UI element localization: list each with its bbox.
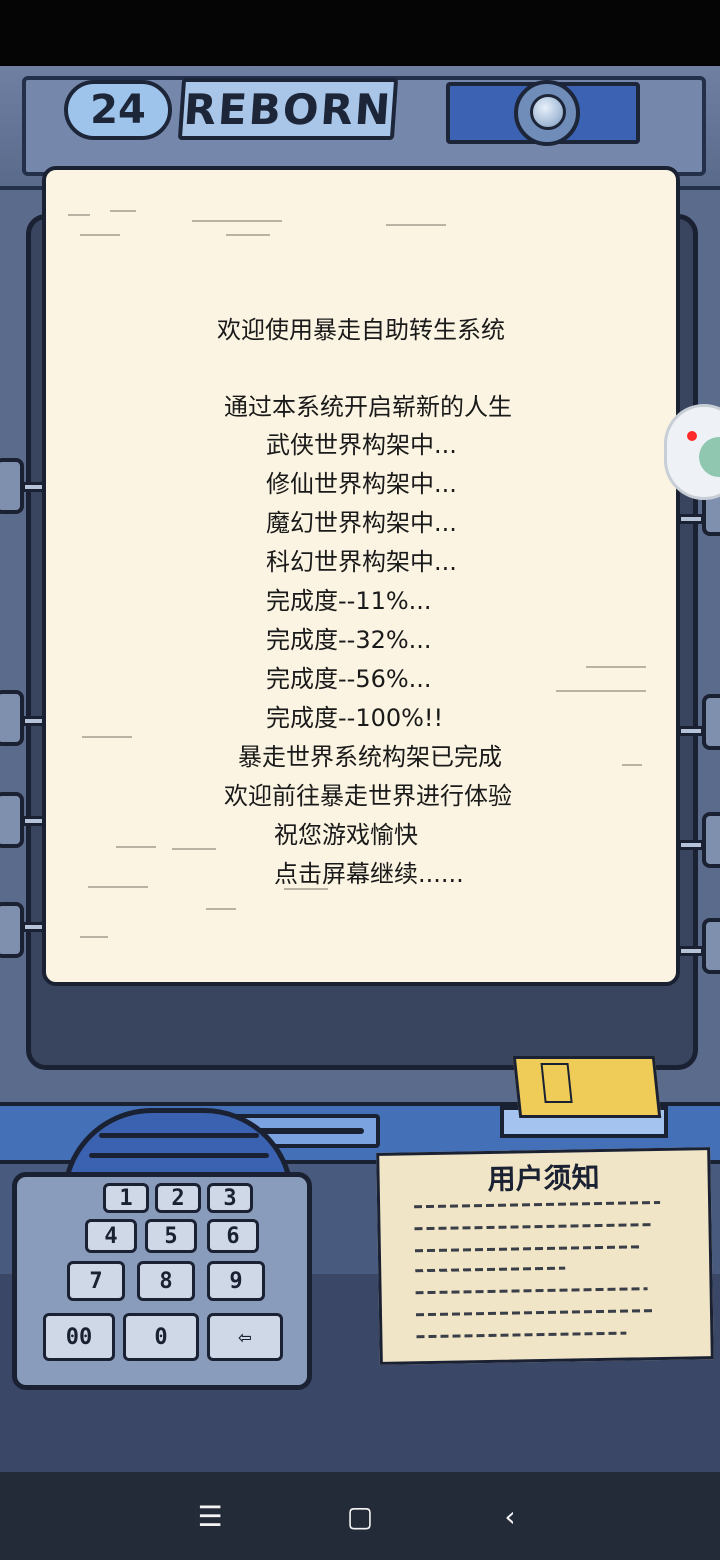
brand-plate: 24 REBORN xyxy=(64,76,400,146)
side-tab xyxy=(0,458,24,514)
side-pin xyxy=(678,946,704,956)
message-line: 完成度--11%... xyxy=(266,587,432,615)
key-4[interactable]: 4 xyxy=(85,1219,137,1253)
home-icon[interactable]: ▢ xyxy=(340,1500,380,1533)
screen-texture xyxy=(586,666,646,668)
floating-assistant-button[interactable] xyxy=(664,404,720,500)
screen-texture xyxy=(88,886,148,888)
key-6[interactable]: 6 xyxy=(207,1219,259,1253)
screen-texture xyxy=(622,764,642,766)
message-line: 科幻世界构架中... xyxy=(266,548,457,576)
side-pin xyxy=(678,514,704,524)
screen-texture xyxy=(80,234,120,236)
notice-scribble xyxy=(415,1309,656,1317)
message-line: 魔幻世界构架中... xyxy=(266,509,457,537)
notice-scribble xyxy=(414,1245,641,1253)
menu-icon[interactable]: ☰ xyxy=(190,1500,230,1533)
message-line: 通过本系统开启崭新的人生 xyxy=(224,393,512,421)
side-pin xyxy=(678,840,704,850)
notice-scribble xyxy=(415,1266,566,1273)
side-tab xyxy=(0,902,24,958)
hood-line xyxy=(99,1133,259,1138)
side-tab xyxy=(0,690,24,746)
notice-scribble xyxy=(416,1331,627,1339)
game-screen[interactable]: 欢迎使用暴走自助转生系统 通过本系统开启崭新的人生 武侠世界构架中... 修仙世… xyxy=(42,166,680,986)
hood-line xyxy=(89,1153,269,1158)
side-tab xyxy=(702,918,720,974)
key-7[interactable]: 7 xyxy=(67,1261,125,1301)
backspace-key[interactable]: ⇦ xyxy=(207,1313,283,1361)
screen-texture xyxy=(386,224,446,226)
knob-icon xyxy=(530,94,566,130)
side-tab xyxy=(702,694,720,750)
assistant-icon xyxy=(699,437,720,477)
notice-title: 用户须知 xyxy=(487,1161,600,1196)
screen-texture xyxy=(556,690,646,692)
user-notice-paper[interactable]: 用户须知 xyxy=(376,1147,714,1365)
continue-prompt: 点击屏幕继续...... xyxy=(274,860,464,888)
key-8[interactable]: 8 xyxy=(137,1261,195,1301)
screen-texture xyxy=(80,936,108,938)
key-2[interactable]: 2 xyxy=(155,1183,201,1213)
back-icon[interactable]: ‹ xyxy=(490,1500,530,1533)
key-9[interactable]: 9 xyxy=(207,1261,265,1301)
message-line: 完成度--56%... xyxy=(266,665,432,693)
screen-texture xyxy=(116,846,156,848)
keypad: 1 2 3 4 5 6 7 8 9 00 0 ⇦ xyxy=(12,1172,312,1390)
key-00[interactable]: 00 xyxy=(43,1313,115,1361)
key-1[interactable]: 1 xyxy=(103,1183,149,1213)
screen-texture xyxy=(192,220,282,222)
brand-title: REBORN xyxy=(177,78,399,140)
screen-texture xyxy=(172,848,216,850)
status-bar xyxy=(0,0,720,66)
side-tab xyxy=(702,812,720,868)
screen-texture xyxy=(110,210,136,212)
message-line: 祝您游戏愉快 xyxy=(274,821,418,849)
screen-texture xyxy=(206,908,236,910)
screen-texture xyxy=(68,214,90,216)
message-line: 修仙世界构架中... xyxy=(266,470,457,498)
notice-scribble xyxy=(414,1223,653,1231)
key-0[interactable]: 0 xyxy=(123,1313,199,1361)
card-stamp-icon xyxy=(540,1063,573,1103)
notice-scribble xyxy=(414,1200,661,1209)
screen-texture xyxy=(82,736,132,738)
level-number: 24 xyxy=(64,80,172,140)
knob-plate xyxy=(446,80,640,146)
screen-texture xyxy=(226,234,270,236)
id-card[interactable] xyxy=(512,1056,662,1118)
message-line: 完成度--32%... xyxy=(266,626,432,654)
message-line: 武侠世界构架中... xyxy=(266,431,457,459)
side-pin xyxy=(678,726,704,736)
notification-dot xyxy=(687,431,697,441)
message-line: 完成度--100%!! xyxy=(266,704,444,732)
message-line: 暴走世界系统构架已完成 xyxy=(238,743,502,771)
key-5[interactable]: 5 xyxy=(145,1219,197,1253)
knob-button[interactable] xyxy=(514,80,580,146)
welcome-text: 欢迎使用暴走自助转生系统 xyxy=(217,316,505,344)
side-tab xyxy=(0,792,24,848)
system-nav-bar: ☰ ▢ ‹ xyxy=(0,1472,720,1560)
key-3[interactable]: 3 xyxy=(207,1183,253,1213)
message-line: 欢迎前往暴走世界进行体验 xyxy=(224,782,512,810)
notice-scribble xyxy=(415,1287,648,1295)
